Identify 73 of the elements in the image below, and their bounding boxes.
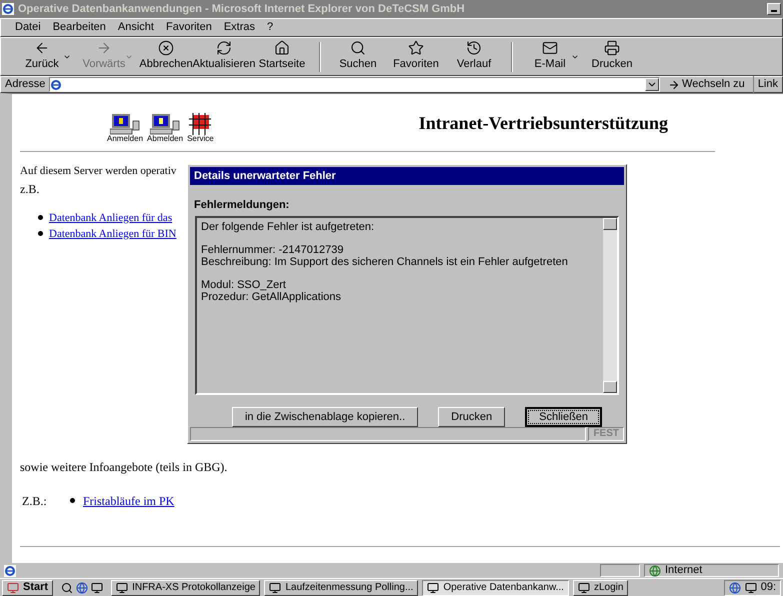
taskbar-button[interactable]: Laufzeitenmessung Polling... [264, 580, 418, 596]
computer-icon[interactable] [150, 113, 180, 135]
home-icon [274, 40, 290, 56]
mail-icon [542, 40, 558, 56]
globe-icon [649, 564, 661, 576]
quick-launch-icon[interactable] [61, 582, 74, 594]
window-icon [427, 582, 440, 594]
address-field[interactable] [49, 77, 660, 92]
address-label: Adresse [5, 77, 46, 92]
search-icon [350, 40, 366, 56]
dialog-button[interactable]: in die Zwischenablage kopieren.. [232, 407, 418, 427]
nav-icon-label[interactable]: Anmelden [107, 135, 144, 143]
link[interactable]: Datenbank Anliegen für das [49, 210, 172, 226]
browser-icon [50, 78, 62, 90]
browser-icon [2, 3, 14, 15]
window-icon [269, 582, 282, 594]
menu-item[interactable]: Favoriten [160, 19, 218, 36]
page-heading: Intranet-Vertriebsunterstützung [418, 112, 668, 135]
printer-icon [604, 40, 620, 56]
minimize-button[interactable] [767, 3, 781, 15]
nav-icon-label[interactable]: Service [187, 135, 214, 143]
windows-logo-icon [7, 582, 19, 594]
dialog-button[interactable]: Schließen [525, 407, 602, 427]
link[interactable]: Fristabläufe im PK [83, 492, 174, 510]
go-arrow-icon [668, 78, 680, 90]
toolbar-button[interactable]: Drucken [583, 40, 641, 73]
message-line: Der folgende Fehler ist aufgetreten: [201, 221, 376, 234]
toolbar-button[interactable]: Verlauf [445, 40, 503, 73]
intro-text: Auf diesem Server werden operativ [20, 164, 176, 179]
toolbar-button[interactable]: Favoriten [387, 40, 445, 73]
clock: 09: [760, 580, 776, 596]
menu-item[interactable]: ? [261, 19, 280, 36]
taskbar-button[interactable]: Operative Datenbankanw... [422, 580, 569, 596]
go-button[interactable]: Wechseln zu [664, 76, 749, 93]
history-icon [466, 40, 482, 56]
window-icon [578, 582, 590, 594]
grid-icon[interactable] [189, 113, 212, 135]
star-icon [408, 40, 424, 56]
computer-icon[interactable] [110, 113, 140, 135]
status-indicator: FEST [588, 427, 624, 441]
menu-item[interactable]: Bearbeiten [46, 19, 112, 36]
toolbar-button[interactable]: E-Mail [521, 40, 579, 73]
window-icon [116, 582, 128, 594]
window-title: Operative Datenbankanwendungen - Microsoft Internet Explorer von DeTeCSM GmbH [18, 2, 466, 17]
dialog-button[interactable]: Drucken [438, 407, 506, 427]
quick-launch-icon[interactable] [91, 582, 104, 594]
scrollbar[interactable] [603, 218, 617, 393]
start-button[interactable]: Start [2, 580, 54, 596]
toolbar-button[interactable]: Zurück [13, 40, 71, 73]
intro-text: z.B. [20, 180, 40, 198]
message-line: Fehlernummer: -2147012739 [201, 244, 344, 256]
zone-label: Internet [665, 563, 702, 578]
message-line: Beschreibung: Im Support des sicheren Channels ist ein Fehler aufgetreten [201, 256, 569, 268]
info-text: sowie weitere Infoangebote (teils in GBG). [20, 458, 228, 476]
tray-icon[interactable] [744, 582, 757, 594]
message-line: Prozedur: GetAllApplications [201, 291, 342, 304]
refresh-icon [216, 40, 232, 56]
message-line: Modul: SSO_Zert [201, 279, 287, 292]
menu-item[interactable]: Extras [218, 19, 262, 36]
example-label: Z.B.: [22, 492, 48, 510]
taskbar-button[interactable]: zLogin [572, 580, 628, 596]
minimize-icon [771, 10, 777, 12]
stop-icon [158, 40, 174, 56]
dialog-title: Details unerwarteter Fehler [190, 167, 624, 185]
taskbar-button[interactable]: INFRA-XS Protokollanzeige [111, 580, 260, 596]
toolbar-button[interactable]: Suchen [329, 40, 387, 73]
section-label: Fehlermeldungen: [194, 198, 290, 213]
link[interactable]: Datenbank Anliegen für BIN [49, 226, 176, 242]
menu-item[interactable]: Ansicht [112, 19, 160, 36]
toolbar-button[interactable]: Aktualisieren [195, 40, 253, 73]
nav-icon-label[interactable]: Abmelden [147, 135, 184, 143]
caret-icon[interactable] [645, 78, 660, 91]
menu-item[interactable]: Datei [9, 19, 47, 36]
